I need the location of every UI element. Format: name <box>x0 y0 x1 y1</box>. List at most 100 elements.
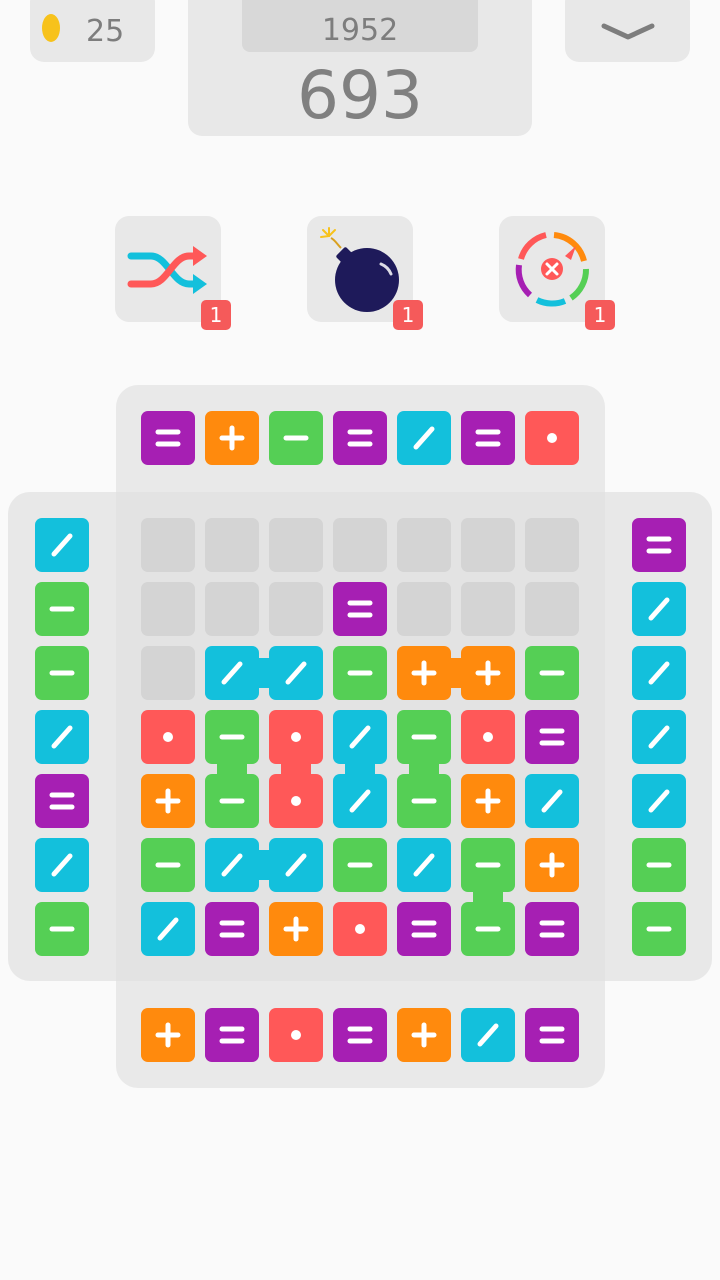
left-queue-tile[interactable] <box>35 710 89 764</box>
divide-symbol-icon <box>413 853 435 877</box>
empty-cell[interactable] <box>141 582 195 636</box>
left-queue-tile[interactable] <box>35 774 89 828</box>
right-queue-tile[interactable] <box>632 646 686 700</box>
empty-cell[interactable] <box>141 646 195 700</box>
divide-symbol-icon <box>221 661 243 685</box>
grid-tile[interactable] <box>205 646 259 700</box>
right-queue-tile[interactable] <box>632 838 686 892</box>
grid-tile[interactable] <box>205 774 259 828</box>
menu-button[interactable] <box>565 0 690 62</box>
grid-tile[interactable] <box>333 774 387 828</box>
grid-tile[interactable] <box>269 902 323 956</box>
grid-tile[interactable] <box>461 646 515 700</box>
equals-symbol-icon <box>49 792 75 810</box>
grid-tile[interactable] <box>397 646 451 700</box>
bottom-queue-tile[interactable] <box>205 1008 259 1062</box>
minus-symbol-icon <box>283 435 309 441</box>
top-queue-tile[interactable] <box>269 411 323 465</box>
right-queue-tile[interactable] <box>632 902 686 956</box>
empty-cell[interactable] <box>269 582 323 636</box>
grid-tile[interactable] <box>269 710 323 764</box>
grid-tile[interactable] <box>269 774 323 828</box>
grid-tile[interactable] <box>333 902 387 956</box>
divide-symbol-icon <box>51 853 73 877</box>
left-queue-tile[interactable] <box>35 646 89 700</box>
grid-tile[interactable] <box>525 710 579 764</box>
top-queue-tile[interactable] <box>525 411 579 465</box>
empty-cell[interactable] <box>205 518 259 572</box>
divide-symbol-icon <box>541 789 563 813</box>
empty-cell[interactable] <box>333 518 387 572</box>
empty-cell[interactable] <box>397 582 451 636</box>
grid-tile[interactable] <box>333 838 387 892</box>
grid-tile[interactable] <box>525 646 579 700</box>
right-queue-tile[interactable] <box>632 774 686 828</box>
plus-symbol-icon <box>475 660 501 686</box>
empty-cell[interactable] <box>461 518 515 572</box>
grid-tile[interactable] <box>397 902 451 956</box>
grid-tile[interactable] <box>205 710 259 764</box>
left-queue-tile[interactable] <box>35 902 89 956</box>
grid-tile[interactable] <box>333 710 387 764</box>
empty-cell[interactable] <box>525 518 579 572</box>
color-wheel-powerup-button[interactable]: 1 <box>499 216 615 330</box>
bomb-powerup-button[interactable]: 1 <box>307 216 423 330</box>
grid-tile[interactable] <box>461 710 515 764</box>
grid-tile[interactable] <box>397 838 451 892</box>
grid-tile[interactable] <box>333 582 387 636</box>
equals-symbol-icon <box>539 728 565 746</box>
grid-tile[interactable] <box>269 646 323 700</box>
empty-cell[interactable] <box>461 582 515 636</box>
right-queue-tile[interactable] <box>632 518 686 572</box>
empty-cell[interactable] <box>397 518 451 572</box>
grid-tile[interactable] <box>141 774 195 828</box>
grid-tile[interactable] <box>525 774 579 828</box>
left-queue-tile[interactable] <box>35 518 89 572</box>
grid-tile[interactable] <box>141 710 195 764</box>
grid-tile[interactable] <box>205 838 259 892</box>
grid-tile[interactable] <box>269 838 323 892</box>
grid-tile[interactable] <box>141 838 195 892</box>
top-queue-tile[interactable] <box>461 411 515 465</box>
shuffle-powerup-button[interactable]: 1 <box>115 216 231 330</box>
grid-tile[interactable] <box>141 902 195 956</box>
dot-symbol-icon <box>547 433 557 443</box>
grid-tile[interactable] <box>525 902 579 956</box>
bottom-queue-tile[interactable] <box>525 1008 579 1062</box>
divide-symbol-icon <box>285 853 307 877</box>
empty-cell[interactable] <box>525 582 579 636</box>
shuffle-count-badge: 1 <box>201 300 231 330</box>
left-queue-tile[interactable] <box>35 838 89 892</box>
plus-symbol-icon <box>283 916 309 942</box>
divide-symbol-icon <box>51 725 73 749</box>
grid-tile[interactable] <box>397 774 451 828</box>
grid-tile[interactable] <box>461 838 515 892</box>
divide-symbol-icon <box>477 1023 499 1047</box>
grid-tile[interactable] <box>205 902 259 956</box>
grid-tile[interactable] <box>333 646 387 700</box>
left-queue-tile[interactable] <box>35 582 89 636</box>
dot-symbol-icon <box>291 796 301 806</box>
right-queue-tile[interactable] <box>632 582 686 636</box>
bottom-queue-tile[interactable] <box>269 1008 323 1062</box>
empty-cell[interactable] <box>205 582 259 636</box>
minus-symbol-icon <box>411 734 437 740</box>
right-queue-tile[interactable] <box>632 710 686 764</box>
top-queue-tile[interactable] <box>397 411 451 465</box>
top-queue-tile[interactable] <box>205 411 259 465</box>
color-wheel-count-badge: 1 <box>585 300 615 330</box>
grid-tile[interactable] <box>461 902 515 956</box>
equals-symbol-icon <box>155 429 181 447</box>
bottom-queue-tile[interactable] <box>461 1008 515 1062</box>
bottom-queue-tile[interactable] <box>141 1008 195 1062</box>
top-queue-tile[interactable] <box>141 411 195 465</box>
empty-cell[interactable] <box>141 518 195 572</box>
grid-tile[interactable] <box>397 710 451 764</box>
bottom-queue-tile[interactable] <box>333 1008 387 1062</box>
grid-tile[interactable] <box>461 774 515 828</box>
plus-symbol-icon <box>155 1022 181 1048</box>
bottom-queue-tile[interactable] <box>397 1008 451 1062</box>
top-queue-tile[interactable] <box>333 411 387 465</box>
empty-cell[interactable] <box>269 518 323 572</box>
grid-tile[interactable] <box>525 838 579 892</box>
